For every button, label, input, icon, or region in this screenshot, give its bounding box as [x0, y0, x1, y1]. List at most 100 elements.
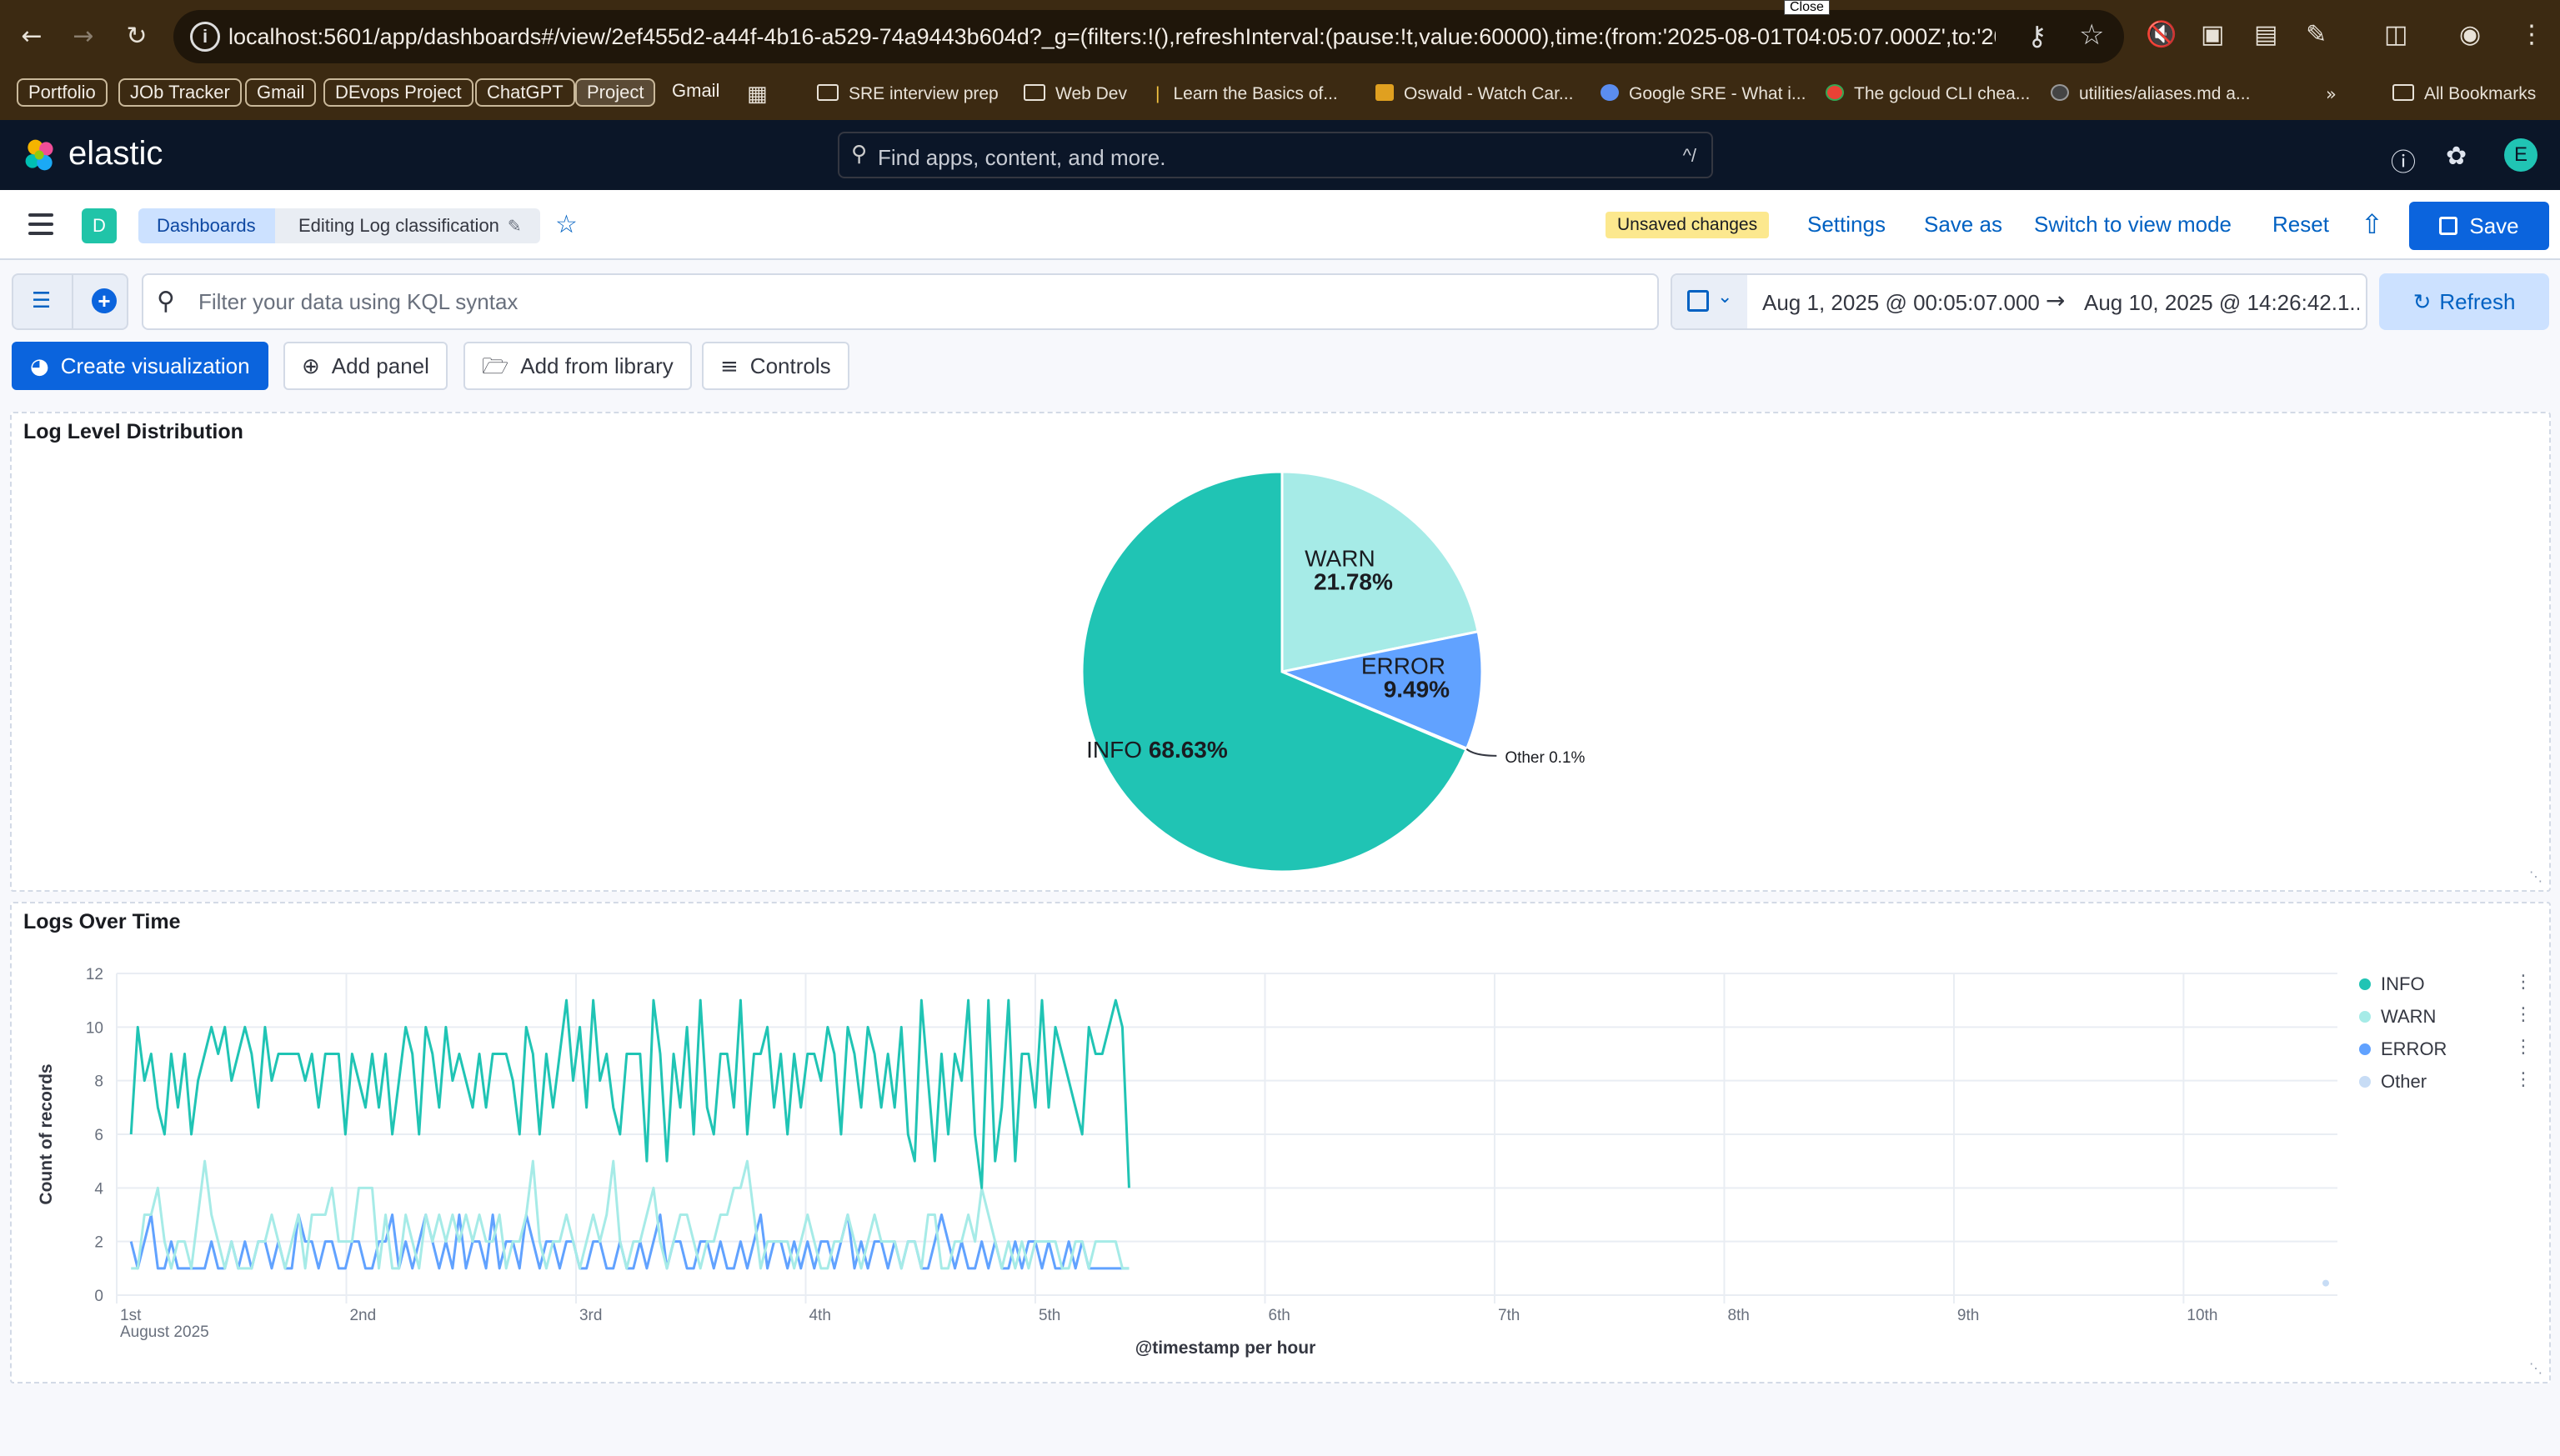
line-panel: Logs Over Time 0 2 4 6 8 10 12 1st 2nd 3rd 4th 5th 6…	[10, 902, 2551, 1383]
controls-icon: ≡	[720, 354, 739, 379]
bookmark-link[interactable]: Google SRE - What i...	[1601, 82, 1806, 107]
close-tooltip: Close	[1784, 0, 1830, 15]
reload-icon[interactable]: ↻	[117, 17, 157, 57]
add-panel-button[interactable]: ⊕ Add panel	[283, 342, 448, 390]
breadcrumb-current[interactable]: Editing Log classification ✎	[275, 208, 540, 243]
bookmark-link[interactable]: The gcloud CLI chea...	[1826, 82, 2030, 107]
bookmark-chip[interactable]: DEvops Project	[323, 78, 473, 107]
more-bookmarks-icon[interactable]: »	[2326, 82, 2337, 107]
bookmark-chip[interactable]: ChatGPT	[475, 78, 575, 107]
pencil-icon[interactable]: ✎	[508, 216, 522, 236]
bookmark-star-icon[interactable]: ☆	[2079, 18, 2104, 52]
menu-icon[interactable]	[28, 213, 53, 235]
resize-handle-icon[interactable]: ⋱	[2529, 1360, 2542, 1377]
save-icon	[2439, 217, 2458, 235]
add-filter-icon[interactable]: +	[92, 288, 117, 313]
filter-icon[interactable]: ☰	[32, 288, 51, 313]
series-other-point	[2322, 1279, 2329, 1287]
legend-item[interactable]: ERROR	[2359, 1038, 2447, 1060]
reading-list-icon[interactable]: ▤	[2254, 20, 2277, 49]
bookmark-link[interactable]: Oswald - Watch Car...	[1375, 82, 1573, 107]
share-icon[interactable]: ⇧	[2361, 208, 2383, 240]
user-avatar[interactable]: E	[2504, 138, 2537, 172]
y-tick-label: 0	[94, 1288, 103, 1305]
save-button[interactable]: Save	[2409, 202, 2549, 250]
bookmark-chip[interactable]: JOb Tracker	[118, 78, 242, 107]
add-from-library-button[interactable]: 🗁 Add from library	[463, 342, 692, 390]
bookmark-chip[interactable]: Project	[575, 78, 656, 107]
space-avatar[interactable]: D	[82, 208, 117, 243]
controls-button[interactable]: ≡ Controls	[702, 342, 849, 390]
y-tick-label: 10	[86, 1019, 103, 1037]
github-icon	[2051, 84, 2069, 101]
settings-link[interactable]: Settings	[1807, 210, 1886, 238]
calendar-icon	[1687, 290, 1709, 312]
url-text[interactable]: localhost:5601/app/dashboards#/view/2ef4…	[228, 24, 1996, 50]
create-visualization-button[interactable]: ◕ Create visualization	[12, 342, 268, 390]
x-tick-sublabel: August 2025	[120, 1323, 209, 1341]
favorite-star-icon[interactable]: ☆	[555, 210, 578, 239]
all-bookmarks-folder[interactable]: All Bookmarks	[2392, 82, 2536, 107]
save-as-link[interactable]: Save as	[1924, 210, 2002, 238]
refresh-icon: ↻	[2412, 290, 2432, 315]
bookmark-chip[interactable]: Gmail	[245, 78, 317, 107]
global-search-input[interactable]: ⚲ Find apps, content, and more. ^/	[838, 132, 1713, 178]
legend-item[interactable]: Other	[2359, 1071, 2427, 1093]
breadcrumb-dashboards[interactable]: Dashboards	[138, 208, 279, 243]
back-icon[interactable]: ←	[12, 17, 52, 57]
quick-select-button[interactable]: ⌄	[1672, 275, 1747, 328]
refresh-button[interactable]: ↻ Refresh	[2379, 273, 2549, 330]
bookmark-link[interactable]: utilities/aliases.md a...	[2051, 82, 2250, 107]
bookmark-chip[interactable]: Portfolio	[17, 78, 108, 107]
bookmark-folder[interactable]: SRE interview prep	[817, 82, 999, 107]
password-key-icon[interactable]: ⚷	[2027, 20, 2046, 52]
date-end[interactable]: Aug 10, 2025 @ 14:26:42.1...	[2084, 290, 2359, 316]
line-chart: 0 2 4 6 8 10 12 1st 2nd 3rd 4th 5th 6th 7th 8th 9th 10th…	[37, 966, 2337, 1358]
mute-icon[interactable]: 🔇	[2146, 20, 2177, 49]
resize-handle-icon[interactable]: ⋱	[2529, 868, 2542, 885]
forward-icon[interactable]: →	[63, 17, 103, 57]
bookmark-chip[interactable]: Gmail	[662, 78, 729, 107]
date-picker[interactable]: ⌄ Aug 1, 2025 @ 00:05:07.000 → Aug 10, 2…	[1671, 273, 2367, 330]
y-tick-label: 4	[94, 1180, 103, 1198]
search-shortcut: ^/	[1682, 145, 1696, 166]
site-info-icon[interactable]: i	[190, 22, 220, 52]
legend-actions-icon[interactable]: ⋮	[2514, 1069, 2532, 1090]
bookmark-folder[interactable]: Web Dev	[1024, 82, 1127, 107]
browser-menu-icon[interactable]: ⋮	[2519, 20, 2544, 49]
profile-icon[interactable]: ◉	[2459, 20, 2481, 49]
legend-actions-icon[interactable]: ⋮	[2514, 972, 2532, 993]
kibana-header: elastic ⚲ Find apps, content, and more. …	[0, 120, 2560, 190]
address-bar[interactable]: i localhost:5601/app/dashboards#/view/2e…	[173, 10, 2124, 63]
camera-icon[interactable]: ▣	[2201, 20, 2224, 49]
switch-view-mode-link[interactable]: Switch to view mode	[2034, 210, 2232, 238]
extensions-icon[interactable]: ✎	[2306, 20, 2327, 49]
date-start[interactable]: Aug 1, 2025 @ 00:05:07.000	[1762, 290, 2040, 316]
x-tick-label: 4th	[809, 1307, 830, 1324]
pie-panel: Log Level Distribution WARN 21.78% ERROR 9.…	[10, 412, 2551, 892]
help-icon[interactable]: ⓘ	[2391, 142, 2416, 178]
page-icon: |	[1155, 84, 1160, 103]
x-tick-label: 10th	[2187, 1307, 2217, 1324]
kql-search-field[interactable]: ⚲	[142, 273, 1659, 330]
legend-actions-icon[interactable]: ⋮	[2514, 1004, 2532, 1025]
unsaved-changes-badge: Unsaved changes	[1606, 212, 1770, 238]
bookmark-link[interactable]: | Learn the Basics of...	[1155, 82, 1338, 107]
apps-grid-icon[interactable]: ▦	[747, 82, 768, 107]
news-feed-icon[interactable]: ✿	[2446, 142, 2467, 171]
chevron-down-icon: ⌄	[1717, 287, 1733, 308]
legend-actions-icon[interactable]: ⋮	[2514, 1037, 2532, 1058]
series-line-info[interactable]	[129, 998, 1130, 1189]
tab-search-icon[interactable]: ◫	[2384, 20, 2407, 49]
legend-item[interactable]: WARN	[2359, 1006, 2436, 1028]
brand-name[interactable]: elastic	[68, 135, 163, 173]
pie-label-other: Other 0.1%	[1465, 748, 1586, 767]
google-icon	[1601, 84, 1619, 101]
kql-input[interactable]	[198, 285, 1616, 318]
elastic-logo-icon[interactable]	[20, 137, 60, 173]
visualize-icon: ◕	[30, 354, 49, 379]
legend-dot	[2359, 1043, 2371, 1055]
reset-link[interactable]: Reset	[2272, 210, 2329, 238]
legend-item[interactable]: INFO	[2359, 973, 2425, 995]
svg-text:ERROR: ERROR	[1361, 653, 1445, 679]
